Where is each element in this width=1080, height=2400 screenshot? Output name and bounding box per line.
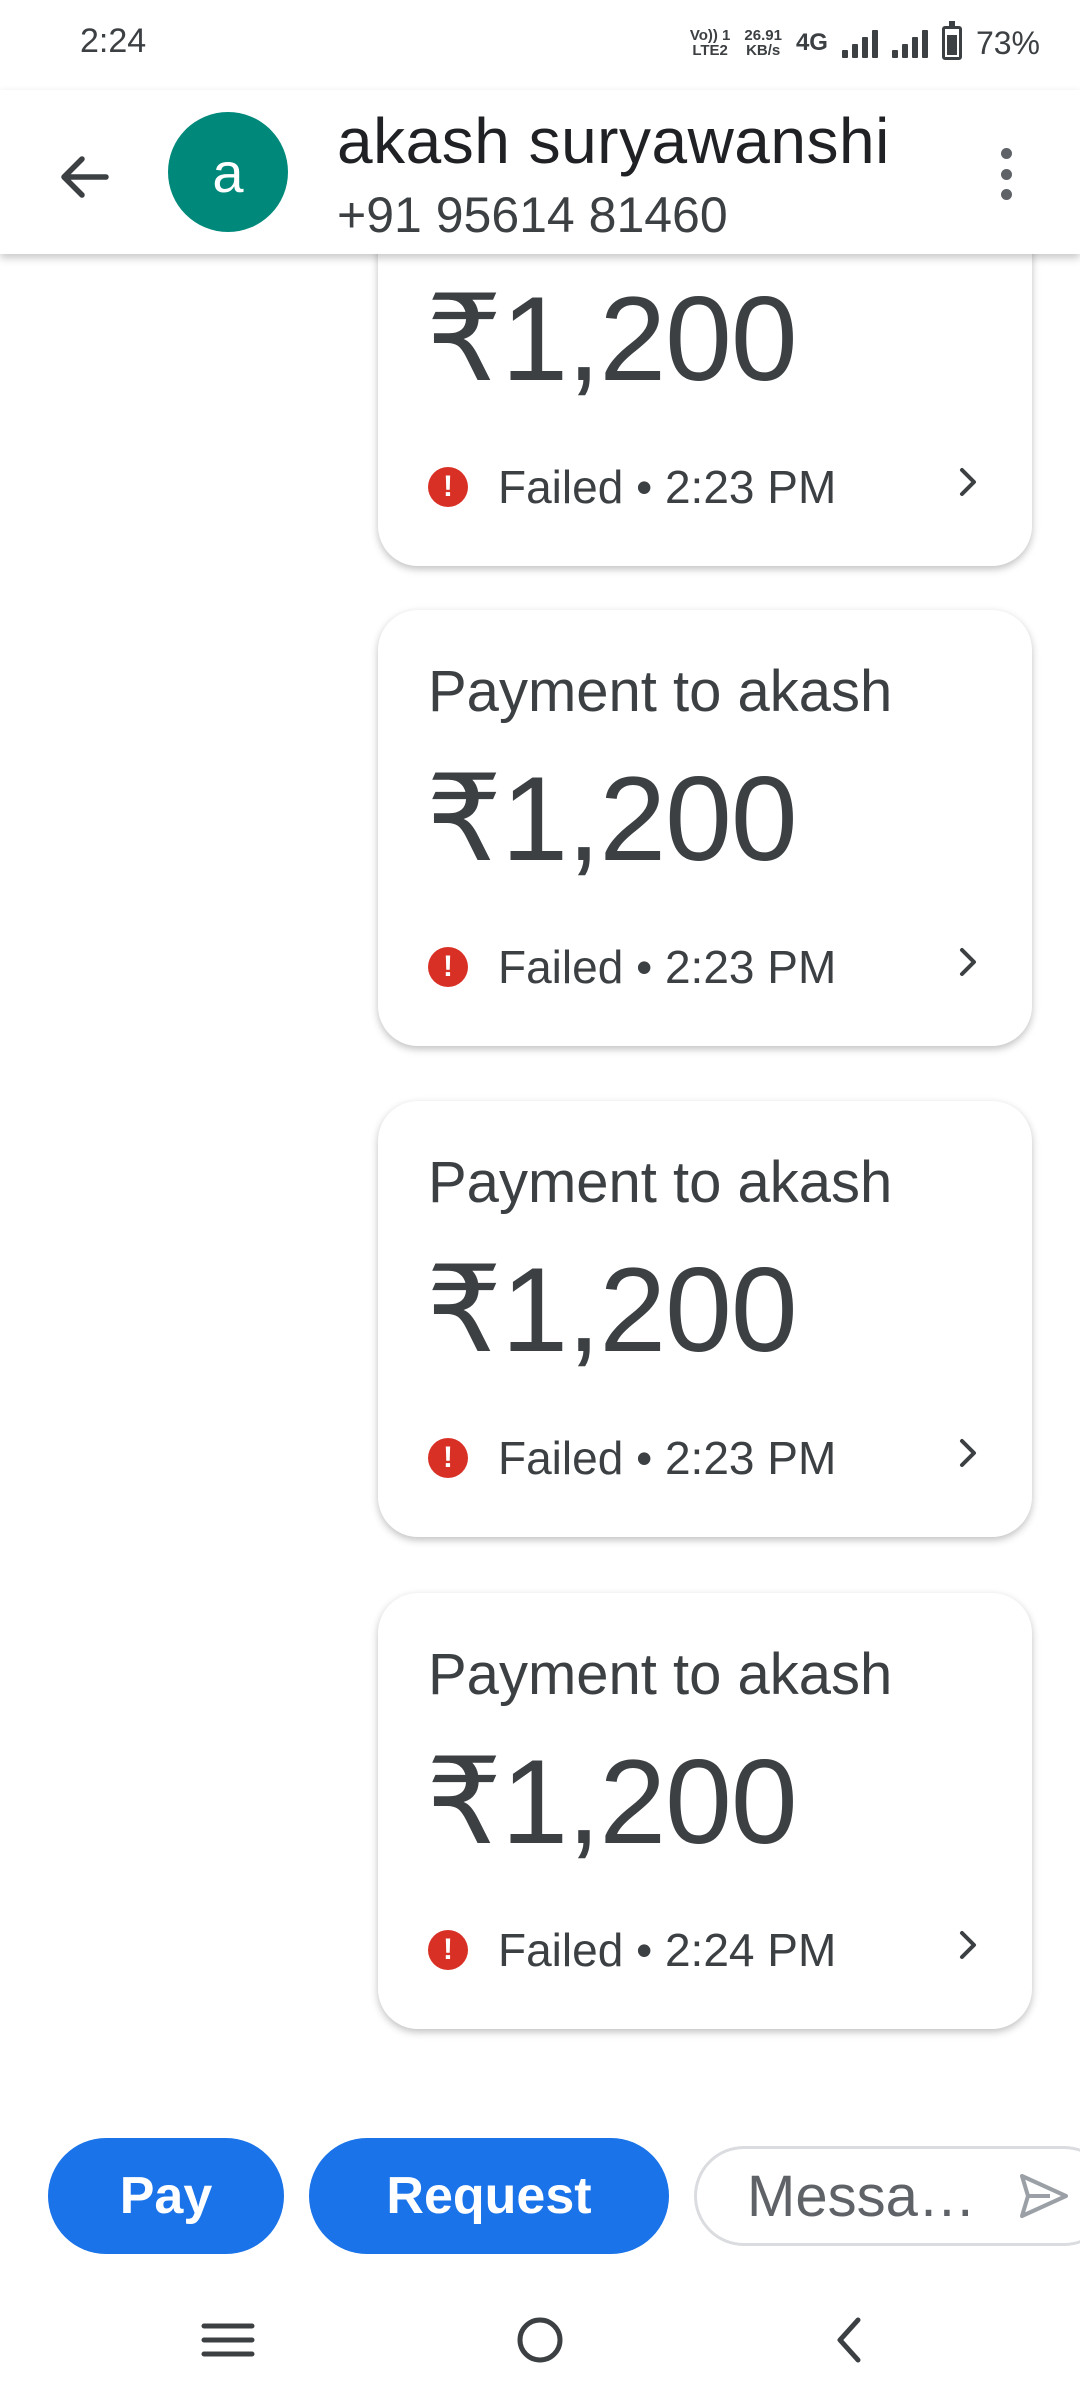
request-button[interactable]: Request [309,2138,669,2254]
status-text: Failed • 2:23 PM [498,1432,837,1484]
payment-card[interactable]: ₹1,200 ! Failed • 2:23 PM [378,254,1032,566]
status-text: Failed • 2:23 PM [498,941,837,993]
composer-bar: Pay Request Messa… [0,2130,1080,2260]
payment-status: ! Failed • 2:23 PM [428,460,836,514]
volte-top: Vo)) 1 [689,27,731,44]
payment-card[interactable]: Payment to akash ₹1,200 ! Failed • 2:23 … [378,610,1032,1046]
home-icon[interactable] [500,2300,580,2380]
status-time: 2:24 [80,22,147,60]
status-indicators: Vo)) 1 LTE2 26.91 KB/s 4G 73% [690,18,1040,68]
contact-name[interactable]: akash suryawanshi [337,104,890,178]
chevron-right-icon[interactable] [948,1433,988,1473]
error-icon: ! [428,947,468,987]
payment-status: ! Failed • 2:23 PM [428,940,836,994]
payment-card[interactable]: Payment to akash ₹1,200 ! Failed • 2:24 … [378,1593,1032,2029]
back-icon[interactable] [810,2300,890,2380]
payment-title: Payment to akash [428,659,893,724]
payment-history[interactable]: ₹1,200 ! Failed • 2:23 PM Payment to aka… [0,254,1080,2094]
volte-bottom: LTE2 [692,42,728,59]
payment-status: ! Failed • 2:24 PM [428,1923,836,1977]
battery-icon [941,21,962,60]
status-text: Failed • 2:23 PM [498,461,837,513]
volte-indicator: Vo)) 1 LTE2 [690,28,731,58]
speed-value: 26.91 [744,27,782,44]
contact-phone: +91 95614 81460 [337,187,728,243]
payment-amount: ₹1,200 [426,752,798,886]
speed-unit: KB/s [746,42,781,59]
payment-title: Payment to akash [428,1150,893,1215]
chevron-right-icon[interactable] [948,1925,988,1965]
chevron-right-icon[interactable] [948,942,988,982]
payment-amount: ₹1,200 [426,1243,798,1377]
network-speed: 26.91 KB/s [744,28,782,58]
battery-level [946,34,957,55]
menu-icon[interactable] [188,2300,268,2380]
status-bar: 2:24 Vo)) 1 LTE2 26.91 KB/s 4G 73% [0,0,1080,90]
payment-card[interactable]: Payment to akash ₹1,200 ! Failed • 2:23 … [378,1101,1032,1537]
battery-percent: 73% [975,24,1040,61]
signal-icon-2 [891,28,928,58]
signal-icon [841,28,878,58]
network-type: 4G [795,29,828,56]
arrow-left-icon[interactable] [50,142,120,212]
payment-amount: ₹1,200 [426,272,798,406]
payment-status: ! Failed • 2:23 PM [428,1431,836,1485]
more-vert-icon[interactable] [986,144,1026,204]
error-icon: ! [428,1930,468,1970]
payment-amount: ₹1,200 [426,1735,798,1869]
error-icon: ! [428,467,468,507]
chevron-right-icon[interactable] [948,462,988,502]
pay-button[interactable]: Pay [48,2138,284,2254]
system-nav-bar [0,2280,1080,2400]
error-icon: ! [428,1438,468,1478]
payment-title: Payment to akash [428,1642,893,1707]
chat-header: a akash suryawanshi +91 95614 81460 [0,90,1080,254]
avatar[interactable]: a [168,112,288,232]
status-text: Failed • 2:24 PM [498,1924,837,1976]
send-icon[interactable] [1016,2168,1072,2224]
